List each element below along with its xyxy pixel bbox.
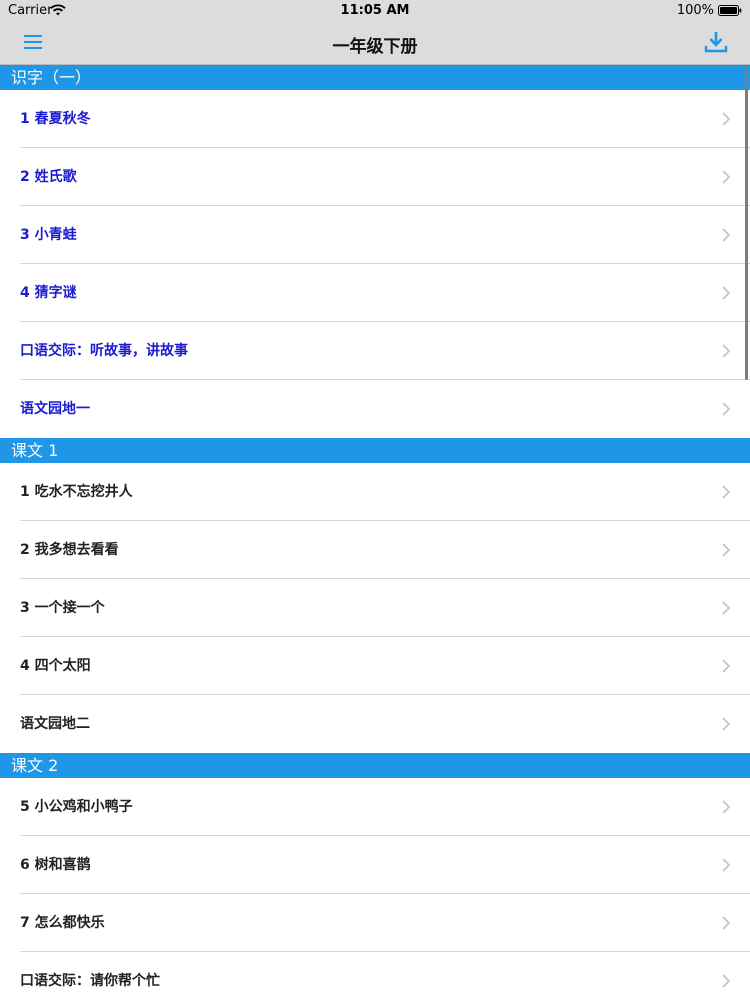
list-item-label: 语文园地一 [20,401,90,417]
chevron-right-icon [722,228,730,242]
chevron-right-icon [722,286,730,300]
section-header: 课文 2 [0,753,750,778]
list-item[interactable]: 4 猜字谜 [0,264,750,322]
list-item-label: 4 猜字谜 [20,285,77,301]
chevron-right-icon [722,800,730,814]
list-item[interactable]: 4 四个太阳 [0,637,750,695]
chevron-right-icon [722,485,730,499]
list-item-label: 4 四个太阳 [20,658,91,674]
list-item[interactable]: 5 小公鸡和小鸭子 [0,778,750,836]
list-item[interactable]: 6 树和喜鹊 [0,836,750,894]
chevron-right-icon [722,543,730,557]
navigation-bar: 一年级下册 [0,22,750,65]
list-item[interactable]: 语文园地二 [0,695,750,753]
list-item[interactable]: 2 我多想去看看 [0,521,750,579]
battery-percentage: 100% [676,3,714,18]
list-item[interactable]: 语文园地一 [0,380,750,438]
page-title: 一年级下册 [332,37,418,57]
screen: Carrier 11:05 AM 100% 一年级下册 识字（一） 1 春夏秋冬… [0,0,750,1000]
chevron-right-icon [722,402,730,416]
chevron-right-icon [722,170,730,184]
battery-icon [718,5,742,16]
status-time: 11:05 AM [340,3,410,18]
list-item-label: 2 我多想去看看 [20,542,119,558]
chevron-right-icon [722,601,730,615]
list-item[interactable]: 2 姓氏歌 [0,148,750,206]
list-item[interactable]: 口语交际：听故事，讲故事 [0,322,750,380]
chevron-right-icon [722,717,730,731]
list-item[interactable]: 7 怎么都快乐 [0,894,750,952]
chevron-right-icon [722,112,730,126]
chevron-right-icon [722,916,730,930]
list-item[interactable]: 口语交际：请你帮个忙 [0,952,750,1000]
chevron-right-icon [722,344,730,358]
list-item-label: 语文园地二 [20,716,90,732]
hamburger-menu-icon[interactable] [22,32,44,52]
chevron-right-icon [722,659,730,673]
list-item-label: 5 小公鸡和小鸭子 [20,799,133,815]
download-icon[interactable] [704,30,728,54]
scroll-indicator[interactable] [745,68,748,380]
list-item-label: 2 姓氏歌 [20,169,77,185]
list-item-label: 1 春夏秋冬 [20,111,91,127]
section-header: 识字（一） [0,65,750,90]
list-item-label: 3 一个接一个 [20,600,105,616]
list-item[interactable]: 1 春夏秋冬 [0,90,750,148]
list-item-label: 3 小青蛙 [20,227,77,243]
list-item-label: 6 树和喜鹊 [20,857,91,873]
list-item-label: 口语交际：请你帮个忙 [20,973,160,989]
list-item[interactable]: 3 一个接一个 [0,579,750,637]
lesson-list: 识字（一） 1 春夏秋冬 2 姓氏歌 3 小青蛙 4 猜字谜 口语交际：听故事，… [0,65,750,1000]
list-item[interactable]: 3 小青蛙 [0,206,750,264]
chevron-right-icon [722,858,730,872]
list-item[interactable]: 1 吃水不忘挖井人 [0,463,750,521]
list-item-label: 1 吃水不忘挖井人 [20,484,133,500]
section-header: 课文 1 [0,438,750,463]
list-item-label: 口语交际：听故事，讲故事 [20,343,188,359]
status-bar: Carrier 11:05 AM 100% [0,0,750,22]
list-item-label: 7 怎么都快乐 [20,915,105,931]
chevron-right-icon [722,974,730,988]
